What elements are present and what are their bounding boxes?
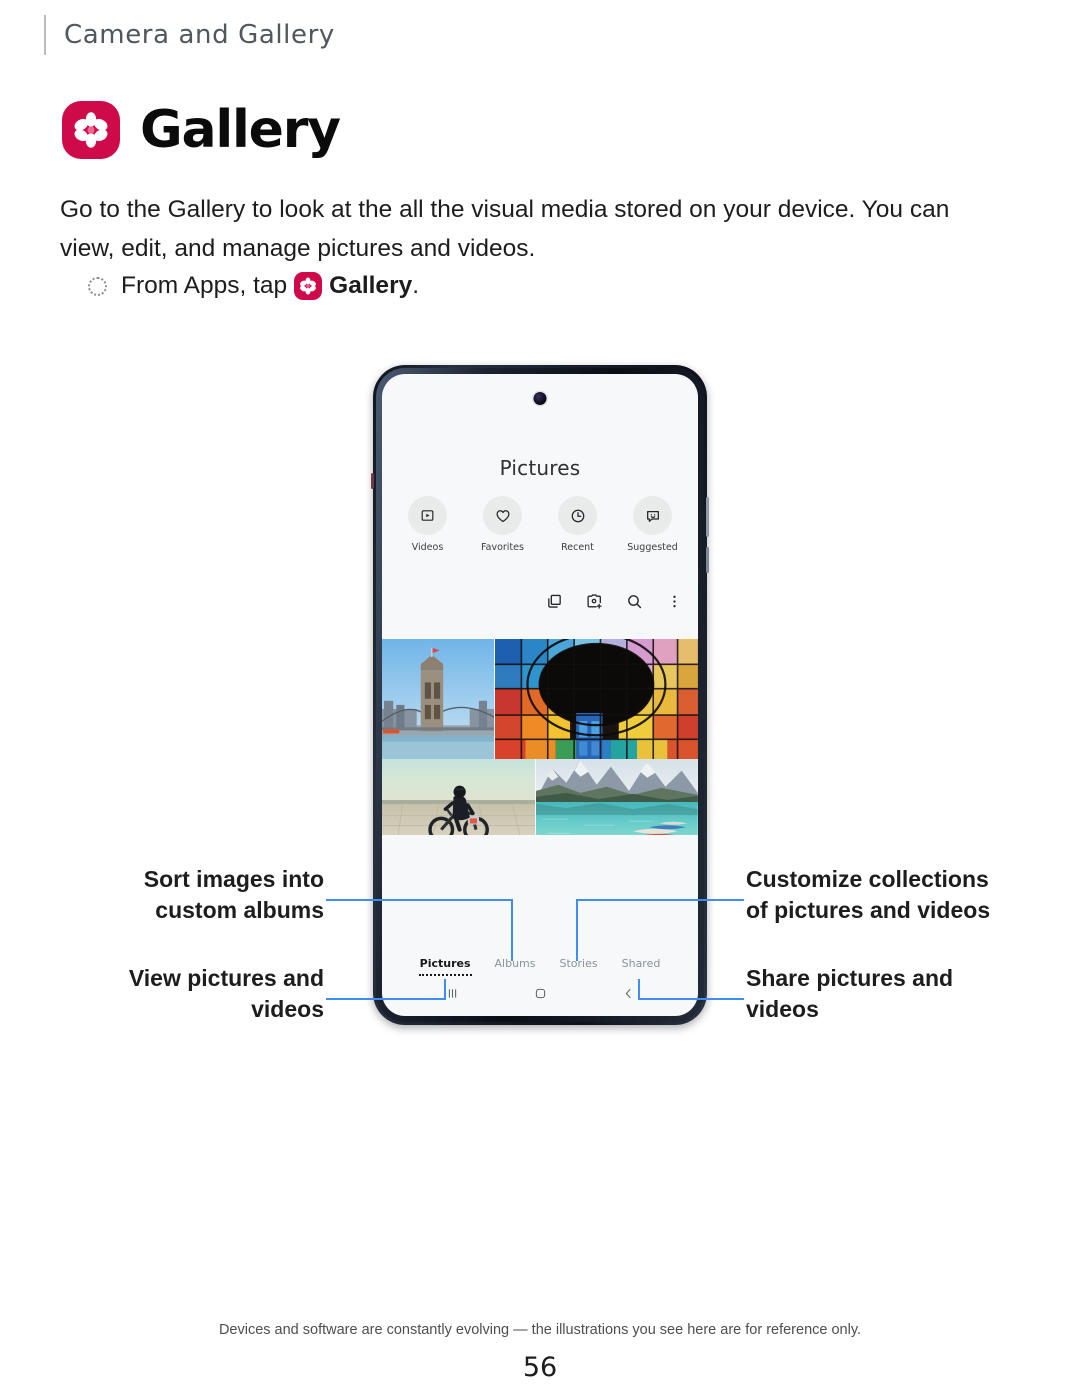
leader-line-view-vertical xyxy=(444,979,446,1000)
tab-label: Shared xyxy=(621,957,661,970)
add-to-album-icon[interactable] xyxy=(585,592,604,611)
more-options-icon[interactable] xyxy=(665,592,684,611)
callout-view-pictures: View pictures and videos xyxy=(128,965,324,1022)
leader-line-view-horizontal xyxy=(326,998,446,1000)
leader-line-share-vertical xyxy=(638,979,640,1000)
bullet-prefix-text: From Apps, tap xyxy=(121,272,288,299)
quick-access-label: Videos xyxy=(411,542,444,553)
leader-line-customize-vertical xyxy=(576,899,578,961)
quick-access-videos[interactable]: Videos xyxy=(401,496,455,553)
callout-sort-images: Sort images into custom albums xyxy=(143,866,324,923)
motorcycle-desert-photo[interactable] xyxy=(382,759,536,835)
tab-label: Pictures xyxy=(419,957,471,970)
bullet-suffix-text: . xyxy=(412,272,420,299)
gallery-inline-icon xyxy=(294,272,323,300)
stained-glass-ceiling-photo[interactable] xyxy=(495,639,698,759)
quick-access-label: Recent xyxy=(561,542,594,553)
gallery-tab-bar: Pictures Albums Stories Shared xyxy=(382,957,698,976)
footer-disclaimer: Devices and software are constantly evol… xyxy=(218,1322,862,1338)
app-title-row: Gallery xyxy=(62,100,341,160)
quick-access-recent[interactable]: Recent xyxy=(551,496,605,553)
quick-access-suggested[interactable]: Suggested xyxy=(626,496,680,553)
back-button[interactable] xyxy=(617,982,639,1004)
heart-icon xyxy=(483,496,522,535)
tab-pictures[interactable]: Pictures xyxy=(418,957,472,976)
phone-screen: Pictures Videos Favorites Recent Suggest… xyxy=(382,374,698,1016)
tab-label: Stories xyxy=(559,957,598,970)
phone-illustration: Pictures Videos Favorites Recent Suggest… xyxy=(371,365,709,1025)
leader-line-share-horizontal xyxy=(640,998,744,1000)
tab-label: Albums xyxy=(494,957,536,970)
leader-line-sort-horizontal xyxy=(326,899,513,901)
page-title: Gallery xyxy=(140,100,341,160)
clock-icon xyxy=(558,496,597,535)
android-nav-bar xyxy=(382,978,698,1008)
phone-side-accent xyxy=(371,473,374,489)
phone-power-button xyxy=(706,547,709,573)
page-header: Camera and Gallery xyxy=(44,14,335,56)
gallery-screen-title: Pictures xyxy=(499,456,581,480)
quick-access-label: Favorites xyxy=(481,542,524,553)
mountain-lake-canoes-photo[interactable] xyxy=(536,759,698,835)
tab-stories[interactable]: Stories xyxy=(560,957,598,970)
active-tab-indicator xyxy=(418,972,472,976)
leader-line-sort-vertical xyxy=(511,899,513,961)
callout-share-pictures: Share pictures and videos xyxy=(746,965,954,1022)
quick-access-row: Videos Favorites Recent Suggested xyxy=(382,496,698,553)
intro-paragraph: Go to the Gallery to look at the all the… xyxy=(60,196,950,262)
video-play-icon xyxy=(408,496,447,535)
photo-grid xyxy=(382,639,698,835)
section-title: Camera and Gallery xyxy=(64,20,335,50)
quick-access-favorites[interactable]: Favorites xyxy=(476,496,530,553)
brooklyn-bridge-photo[interactable] xyxy=(382,639,495,759)
front-camera-icon xyxy=(533,392,547,405)
gallery-toolbar xyxy=(545,592,684,611)
create-collage-icon[interactable] xyxy=(545,592,564,611)
page-number: 56 xyxy=(522,1352,558,1383)
suggestion-face-icon xyxy=(633,496,672,535)
home-button[interactable] xyxy=(529,982,551,1004)
tab-shared[interactable]: Shared xyxy=(622,957,661,970)
gallery-flower-icon xyxy=(62,101,120,159)
phone-volume-button xyxy=(706,497,709,537)
tab-albums[interactable]: Albums xyxy=(495,957,536,970)
search-icon[interactable] xyxy=(625,592,644,611)
leader-line-customize-horizontal xyxy=(576,899,744,901)
bullet-item-open-gallery: From Apps, tap Gallery . xyxy=(88,272,419,300)
bullet-marker-icon xyxy=(88,276,107,296)
callout-customize-collections: Customize collections of pictures and vi… xyxy=(746,866,991,923)
bullet-app-name: Gallery xyxy=(329,272,413,299)
quick-access-label: Suggested xyxy=(627,542,678,553)
header-divider xyxy=(44,15,46,55)
